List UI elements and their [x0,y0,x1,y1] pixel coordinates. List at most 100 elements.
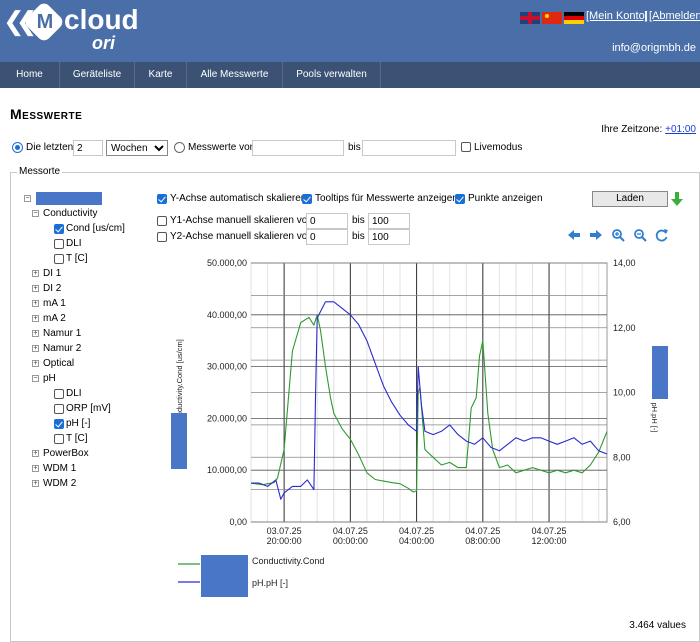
tree-item-di1[interactable]: DI 1 [43,268,61,280]
live-mode-label: Livemodus [474,142,523,153]
checkbox-ph-t[interactable] [54,434,64,444]
live-mode-checkbox[interactable] [461,142,471,152]
y1-tick-label: 50.000,00 [207,258,247,268]
load-button[interactable]: Laden [592,191,668,207]
range-radio[interactable] [174,142,185,153]
tree-item-ma1[interactable]: mA 1 [43,298,66,310]
x-tick-time: 08:00:00 [465,536,500,546]
y1-tick-label: 0,00 [229,517,247,527]
y1-axis-marker [171,413,187,469]
tree-toggle-di1[interactable]: + [32,270,39,277]
y2-manual-label: Y2-Achse manuell skalieren von [170,231,313,242]
legend-label-conductivity: Conductivity.Cond [252,556,324,566]
pan-left-icon[interactable] [567,228,581,242]
checkbox-ph-dli[interactable] [54,389,64,399]
page-title: Messwerte [10,106,83,122]
tree-toggle-namur1[interactable]: + [32,330,39,337]
tree-toggle-conductivity[interactable]: − [32,210,39,217]
nav-map[interactable]: Karte [135,62,187,88]
time-unit-select[interactable]: Wochen [106,140,168,156]
points-label: Punkte anzeigen [468,193,543,204]
tree-toggle-wdm2[interactable]: + [32,480,39,487]
tree-item-namur2[interactable]: Namur 2 [43,343,81,355]
my-account-link[interactable]: [Mein Konto] [586,10,648,22]
tree-toggle-wdm1[interactable]: + [32,465,39,472]
y2-axis-label: pH.pH [-] [650,402,659,432]
tree-toggle-ma1[interactable]: + [32,300,39,307]
tree-item-ph-dli[interactable]: DLI [66,388,82,400]
tree-root-toggle[interactable]: − [24,195,31,202]
checkbox-ph-ph[interactable] [54,419,64,429]
tree-item-ph-ph[interactable]: pH [-] [66,418,90,430]
tree-item-wdm1[interactable]: WDM 1 [43,463,76,475]
tree-item-wdm2[interactable]: WDM 2 [43,478,76,490]
tree-toggle-optical[interactable]: + [32,360,39,367]
user-email: info@origmbh.de [612,42,696,54]
auto-scale-label: Y-Achse automatisch skalieren [170,193,307,204]
y1-from-input[interactable] [306,213,348,229]
tooltips-checkbox[interactable] [302,194,312,204]
last-n-radio[interactable] [12,142,23,153]
range-from-input[interactable] [252,140,344,156]
tree-item-conductivity[interactable]: Conductivity [43,208,97,220]
refresh-icon[interactable] [655,228,669,242]
x-tick-date: 04.07.25 [333,526,368,536]
app-header: ❮❮ M cloud ori [Mein Konto] | [Abmelden … [0,0,700,62]
tree-toggle-namur2[interactable]: + [32,345,39,352]
flag-cn-icon[interactable] [542,12,562,24]
timezone-info: Ihre Zeitzone: +01:00 [601,124,696,135]
y2-to-input[interactable] [368,229,410,245]
points-checkbox[interactable] [455,194,465,204]
logout-link[interactable]: [Abmelden [649,10,700,22]
tree-item-namur1[interactable]: Namur 1 [43,328,81,340]
download-arrow-icon[interactable] [671,191,683,207]
checkbox-cond-dli[interactable] [54,239,64,249]
tree-item-cond-t[interactable]: T [C] [66,253,87,265]
tree-toggle-ma2[interactable]: + [32,315,39,322]
x-tick-date: 04.07.25 [399,526,434,536]
y2-manual-checkbox[interactable] [157,232,167,242]
tree-toggle-di2[interactable]: + [32,285,39,292]
tree-item-ma2[interactable]: mA 2 [43,313,66,325]
nav-home[interactable]: Home [0,62,60,88]
range-to-input[interactable] [362,140,456,156]
tree-item-di2[interactable]: DI 2 [43,283,61,295]
location-name-block[interactable] [36,192,102,205]
y2-from-input[interactable] [306,229,348,245]
tree-item-ph-t[interactable]: T [C] [66,433,87,445]
nav-device-list[interactable]: Geräteliste [60,62,135,88]
tree-item-cond[interactable]: Cond [us/cm] [66,223,125,235]
checkbox-cond-t[interactable] [54,254,64,264]
pan-right-icon[interactable] [589,228,603,242]
nav-all-measurements[interactable]: Alle Messwerte [187,62,283,88]
range-to-label: bis [348,142,361,153]
nav-manage-pools[interactable]: Pools verwalten [283,62,381,88]
flag-de-icon[interactable] [564,12,584,24]
zoom-out-icon[interactable] [633,228,647,242]
checkbox-ph-orp[interactable] [54,404,64,414]
header-separator: | [644,10,647,22]
tree-item-ph-orp[interactable]: ORP [mV] [66,403,111,415]
y1-tick-label: 40.000,00 [207,310,247,320]
timezone-link[interactable]: +01:00 [665,124,696,135]
y2-tick-label: 10,00 [613,388,636,398]
range-from-label: Messwerte von [188,142,256,153]
tree-toggle-powerbox[interactable]: + [32,450,39,457]
auto-scale-checkbox[interactable] [157,194,167,204]
tree-item-optical[interactable]: Optical [43,358,74,370]
checkbox-cond[interactable] [54,224,64,234]
last-n-label: Die letzten [26,142,74,153]
y1-axis-label: Conductivity.Cond [us/cm] [175,339,184,426]
zoom-in-icon[interactable] [611,228,625,242]
tree-item-ph[interactable]: pH [43,373,56,385]
tree-toggle-ph[interactable]: − [32,375,39,382]
x-tick-time: 00:00:00 [333,536,368,546]
tree-item-powerbox[interactable]: PowerBox [43,448,89,460]
y1-manual-checkbox[interactable] [157,216,167,226]
flag-gb-icon[interactable] [520,12,540,24]
tree-item-cond-dli[interactable]: DLI [66,238,82,250]
brand-name: cloud [64,4,139,35]
x-tick-date: 04.07.25 [465,526,500,536]
last-n-input[interactable] [73,140,103,156]
y1-to-input[interactable] [368,213,410,229]
